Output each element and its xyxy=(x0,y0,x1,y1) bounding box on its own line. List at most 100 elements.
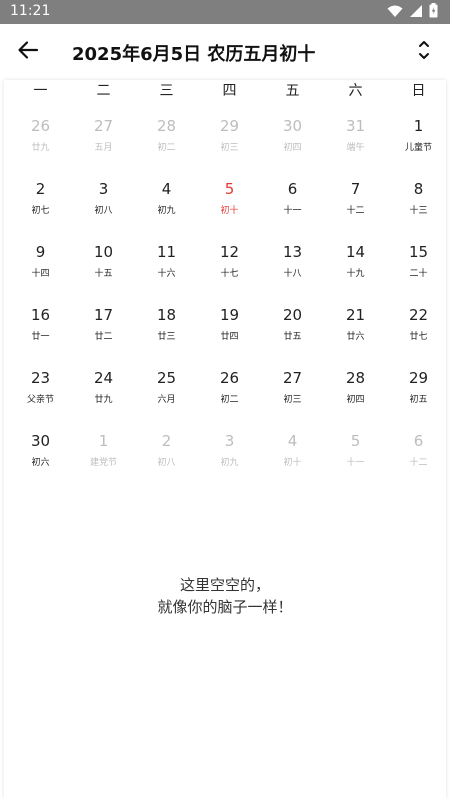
day-number: 1 xyxy=(98,432,109,450)
lunar-date: 廿六 xyxy=(346,332,365,342)
status-bar: 11:21 xyxy=(0,0,450,24)
weekday-label: 三 xyxy=(159,83,174,99)
calendar-day-today[interactable]: 5 初十 xyxy=(198,179,261,242)
calendar-day[interactable]: 6 十一 xyxy=(261,179,324,242)
calendar-day[interactable]: 16 廿一 xyxy=(9,305,72,368)
calendar-day[interactable]: 18 廿三 xyxy=(135,305,198,368)
weekday-label: 五 xyxy=(285,83,300,99)
day-number: 16 xyxy=(30,306,51,324)
page-title: 2025年6月5日 农历五月初十 xyxy=(72,44,316,65)
calendar-day[interactable]: 3 初八 xyxy=(72,179,135,242)
back-button[interactable] xyxy=(14,38,42,66)
calendar-day[interactable]: 26 初二 xyxy=(198,368,261,431)
day-number: 30 xyxy=(282,117,303,135)
calendar-day[interactable]: 5 十一 xyxy=(324,431,387,494)
day-number: 15 xyxy=(408,243,429,261)
calendar-day[interactable]: 12 十七 xyxy=(198,242,261,305)
lunar-date: 廿一 xyxy=(31,332,50,342)
calendar-day[interactable]: 8 十三 xyxy=(387,179,450,242)
status-icons xyxy=(387,3,438,18)
calendar-day[interactable]: 17 廿二 xyxy=(72,305,135,368)
lunar-date: 初五 xyxy=(409,395,428,405)
calendar-day[interactable]: 14 十九 xyxy=(324,242,387,305)
calendar-day[interactable]: 15 二十 xyxy=(387,242,450,305)
calendar-day[interactable]: 25 六月 xyxy=(135,368,198,431)
day-number: 17 xyxy=(93,306,114,324)
day-number: 12 xyxy=(219,243,240,261)
day-number: 23 xyxy=(30,369,51,387)
calendar-day[interactable]: 2 初八 xyxy=(135,431,198,494)
lunar-date: 建党节 xyxy=(89,458,117,468)
lunar-date: 父亲节 xyxy=(26,395,54,405)
calendar-day[interactable]: 27 五月 xyxy=(72,116,135,179)
calendar-day[interactable]: 4 初十 xyxy=(261,431,324,494)
calendar-day[interactable]: 19 廿四 xyxy=(198,305,261,368)
calendar-day[interactable]: 28 初二 xyxy=(135,116,198,179)
calendar-day[interactable]: 28 初四 xyxy=(324,368,387,431)
calendar-day[interactable]: 31 端午 xyxy=(324,116,387,179)
lunar-date: 初二 xyxy=(220,395,239,405)
day-number: 4 xyxy=(161,180,172,198)
day-number: 20 xyxy=(282,306,303,324)
lunar-date: 廿七 xyxy=(409,332,428,342)
day-number: 18 xyxy=(156,306,177,324)
wifi-icon xyxy=(387,4,403,18)
day-number: 3 xyxy=(224,432,235,450)
day-number: 1 xyxy=(413,117,424,135)
day-number: 27 xyxy=(93,117,114,135)
calendar-day[interactable]: 30 初四 xyxy=(261,116,324,179)
lunar-date: 十八 xyxy=(283,269,302,279)
calendar-day[interactable]: 30 初六 xyxy=(9,431,72,494)
day-number: 4 xyxy=(287,432,298,450)
weekday-label: 四 xyxy=(222,83,237,99)
empty-state-line: 这里空空的， xyxy=(179,576,270,594)
calendar-day[interactable]: 22 廿七 xyxy=(387,305,450,368)
calendar-day[interactable]: 23 父亲节 xyxy=(9,368,72,431)
day-number: 2 xyxy=(35,180,46,198)
calendar-day[interactable]: 29 初三 xyxy=(198,116,261,179)
day-number: 2 xyxy=(161,432,172,450)
calendar-day[interactable]: 4 初九 xyxy=(135,179,198,242)
lunar-date: 六月 xyxy=(157,395,176,405)
calendar-day[interactable]: 6 十二 xyxy=(387,431,450,494)
empty-state-line: 就像你的脑子一样！ xyxy=(157,598,293,616)
calendar-day[interactable]: 21 廿六 xyxy=(324,305,387,368)
day-number: 8 xyxy=(413,180,424,198)
toggle-view-button[interactable] xyxy=(412,38,436,66)
lunar-date: 初三 xyxy=(283,395,302,405)
calendar-day[interactable]: 9 十四 xyxy=(9,242,72,305)
calendar-day[interactable]: 3 初九 xyxy=(198,431,261,494)
calendar-day[interactable]: 10 十五 xyxy=(72,242,135,305)
day-number: 6 xyxy=(413,432,424,450)
calendar-day[interactable]: 24 廿九 xyxy=(72,368,135,431)
calendar-day[interactable]: 1 儿童节 xyxy=(387,116,450,179)
lunar-date: 儿童节 xyxy=(404,143,432,153)
lunar-date: 初九 xyxy=(220,458,239,468)
day-number: 30 xyxy=(30,432,51,450)
lunar-date: 初十 xyxy=(283,458,302,468)
day-number: 26 xyxy=(219,369,240,387)
calendar-day[interactable]: 1 建党节 xyxy=(72,431,135,494)
lunar-date: 初四 xyxy=(283,143,302,153)
calendar-day[interactable]: 26 廿九 xyxy=(9,116,72,179)
calendar-day[interactable]: 7 十二 xyxy=(324,179,387,242)
day-number: 31 xyxy=(345,117,366,135)
calendar-day[interactable]: 27 初三 xyxy=(261,368,324,431)
lunar-date: 十七 xyxy=(220,269,239,279)
day-number: 9 xyxy=(35,243,46,261)
lunar-date: 十九 xyxy=(346,269,365,279)
lunar-date: 廿三 xyxy=(157,332,176,342)
calendar-day[interactable]: 29 初五 xyxy=(387,368,450,431)
calendar-day[interactable]: 13 十八 xyxy=(261,242,324,305)
lunar-date: 廿二 xyxy=(94,332,113,342)
lunar-date: 端午 xyxy=(346,143,365,153)
lunar-date: 十五 xyxy=(94,269,113,279)
lunar-date: 初三 xyxy=(220,143,239,153)
day-number: 6 xyxy=(287,180,298,198)
weekday-label: 日 xyxy=(411,83,426,99)
lunar-date: 初七 xyxy=(31,206,50,216)
calendar-day[interactable]: 2 初七 xyxy=(9,179,72,242)
calendar-day[interactable]: 11 十六 xyxy=(135,242,198,305)
expand-collapse-icon xyxy=(417,38,431,66)
calendar-day[interactable]: 20 廿五 xyxy=(261,305,324,368)
